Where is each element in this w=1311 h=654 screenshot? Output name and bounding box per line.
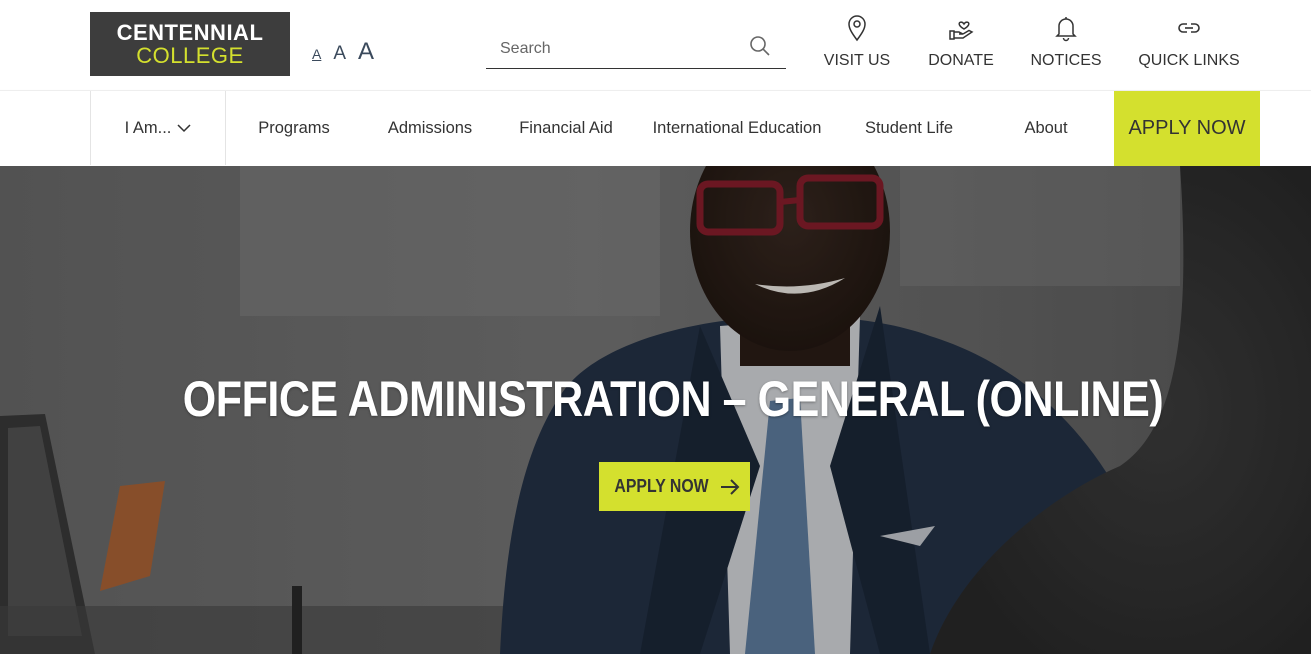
search-icon[interactable] [748, 34, 772, 58]
map-pin-icon [848, 15, 866, 42]
search-bar [486, 30, 786, 69]
nav-apply-now-button[interactable]: APPLY NOW [1114, 91, 1260, 166]
nav-international-education[interactable]: International Education [634, 91, 840, 165]
bell-icon [1055, 17, 1077, 42]
search-input[interactable] [486, 40, 736, 58]
nav-admissions[interactable]: Admissions [362, 91, 498, 165]
nav-programs[interactable]: Programs [226, 91, 362, 165]
quick-links-link[interactable]: QUICK LINKS [1136, 14, 1242, 70]
hero-banner: OFFICE ADMINISTRATION – GENERAL (ONLINE)… [0, 166, 1311, 654]
text-size-controls: A A A [312, 38, 374, 66]
top-header: CENTENNIAL COLLEGE A A A VISIT US DONATE [0, 0, 1311, 90]
nav-i-am-dropdown[interactable]: I Am... [90, 91, 226, 165]
donate-label: DONATE [928, 52, 994, 69]
arrow-right-icon [721, 478, 740, 495]
text-size-medium-button[interactable]: A [333, 43, 346, 65]
nav-student-life[interactable]: Student Life [840, 91, 978, 165]
logo-text-line1: CENTENNIAL [116, 19, 264, 45]
nav-i-am-label: I Am... [124, 118, 172, 137]
link-icon [1178, 23, 1200, 33]
hero-apply-now-label: APPLY NOW [614, 476, 709, 496]
quick-links-label: QUICK LINKS [1138, 52, 1240, 69]
notices-label: NOTICES [1030, 52, 1102, 69]
hero-title: OFFICE ADMINISTRATION – GENERAL (ONLINE) [182, 371, 1164, 427]
text-size-small-button[interactable]: A [312, 46, 321, 62]
heart-hand-icon [949, 21, 974, 40]
visit-us-label: VISIT US [823, 52, 891, 69]
hero-apply-now-button[interactable]: APPLY NOW [599, 462, 750, 511]
logo-text-line2: COLLEGE [136, 42, 244, 68]
nav-financial-aid[interactable]: Financial Aid [498, 91, 634, 165]
notices-link[interactable]: NOTICES [1030, 14, 1102, 70]
nav-about[interactable]: About [978, 91, 1114, 165]
visit-us-link[interactable]: VISIT US [820, 14, 894, 70]
donate-link[interactable]: DONATE [926, 14, 996, 70]
main-navigation: I Am... Programs Admissions Financial Ai… [0, 90, 1311, 166]
chevron-down-icon [177, 124, 191, 133]
centennial-college-logo[interactable]: CENTENNIAL COLLEGE [90, 12, 290, 76]
text-size-large-button[interactable]: A [358, 38, 374, 66]
